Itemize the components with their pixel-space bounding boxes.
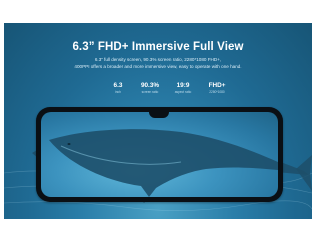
spec-label: 2280*1080 [209,90,225,94]
description-line-1: 6.3” full density screen, 90.3% screen r… [94,57,222,62]
spec-label: screen ratio [141,90,159,94]
spec-resolution: FHD+ 2280*1080 [199,82,235,95]
description-line-2: 400PPI offers a broader and more immersi… [74,63,242,69]
spec-value: 19:9 [176,82,190,89]
screen-whale-illustration [49,129,278,197]
spec-value: 90.3% [140,82,160,89]
banner-description: 6.3” full density screen, 90.3% screen r… [4,57,312,70]
phone-notch [149,112,169,118]
spec-label: aspect ratio [174,90,192,94]
spec-screen-ratio: 90.3% screen ratio [132,82,168,95]
product-banner: 6.3” FHD+ Immersive Full View 6.3” full … [4,23,312,219]
phone-screen [41,112,278,197]
phone-mockup [36,107,283,202]
banner-title: 6.3” FHD+ Immersive Full View [72,41,244,53]
spec-row: 6.3 inch 90.3% screen ratio 19:9 aspect … [100,82,240,98]
spec-screen-size: 6.3 inch [100,82,136,95]
spec-label: inch [115,90,121,94]
spec-value: 6.3 [113,82,123,89]
spec-aspect-ratio: 19:9 aspect ratio [165,82,201,95]
spec-value: FHD+ [208,82,226,89]
